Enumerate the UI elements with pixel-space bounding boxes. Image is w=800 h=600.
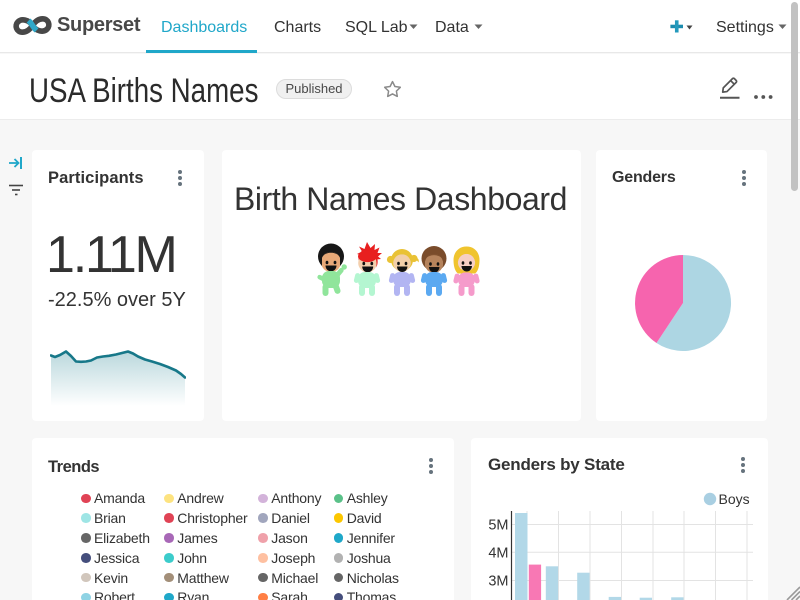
svg-text:4M: 4M (488, 545, 508, 561)
svg-text:5M: 5M (488, 518, 508, 534)
svg-text:Boys: Boys (719, 491, 750, 507)
svg-text:3M: 3M (488, 574, 508, 590)
